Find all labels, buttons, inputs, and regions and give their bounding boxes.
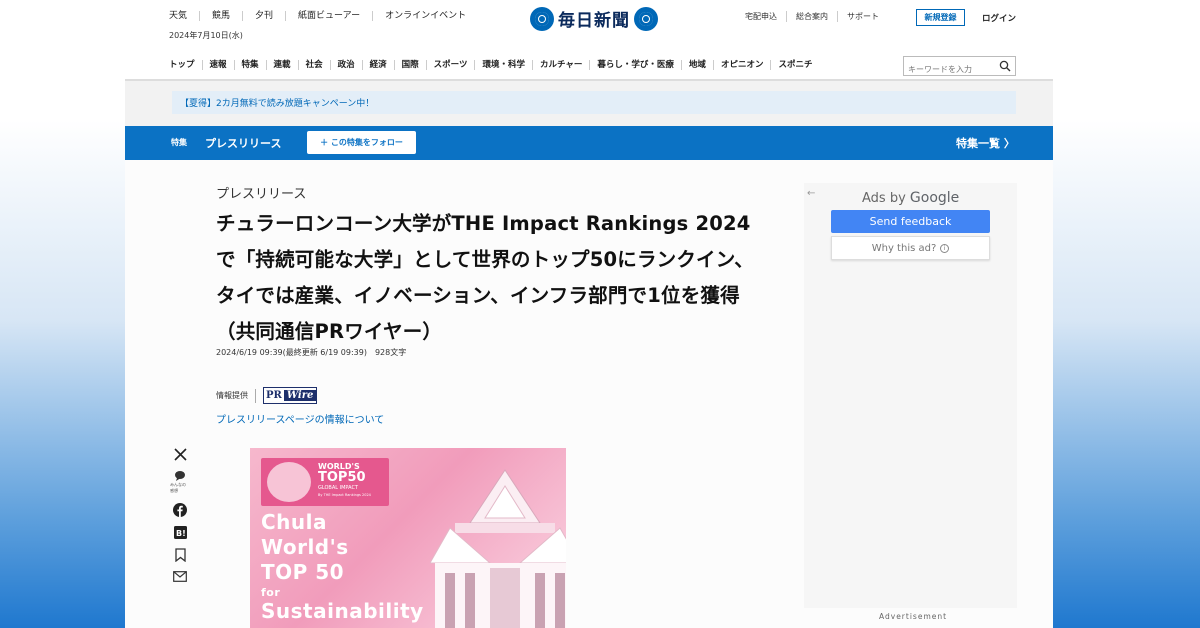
facebook-icon <box>173 503 187 517</box>
nav-item-international[interactable]: 国際 <box>393 60 426 70</box>
comment-label: みんなの 感想 <box>170 482 186 493</box>
login-link[interactable]: ログイン <box>982 12 1016 24</box>
feature-title[interactable]: プレスリリース <box>205 135 281 151</box>
comment-icon <box>175 471 185 481</box>
hero-text-line: for <box>261 586 281 599</box>
send-feedback-button[interactable]: Send feedback <box>831 210 990 233</box>
share-hatena-button[interactable]: B! <box>170 526 190 539</box>
why-this-ad-label: Why this ad? <box>871 242 937 254</box>
nav-item-life[interactable]: 暮らし・学び・医療 <box>589 60 681 70</box>
nav-item-sports[interactable]: スポーツ <box>425 60 475 70</box>
feature-tag: 特集 <box>171 138 187 147</box>
nav-item-science[interactable]: 環境・科学 <box>474 60 532 70</box>
press-release-info-link[interactable]: プレスリリースページの情報について <box>216 411 384 426</box>
back-arrow-icon[interactable]: ← <box>807 188 815 199</box>
save-bookmark-button[interactable] <box>170 548 190 562</box>
article-hero-image[interactable]: WORLD'S TOP50 GLOBAL IMPACT By THE Impac… <box>250 448 566 628</box>
hatena-icon: B! <box>173 526 187 539</box>
x-icon <box>173 448 187 461</box>
nav-item-society[interactable]: 社会 <box>297 60 330 70</box>
hero-text-line: Chula <box>261 510 328 534</box>
util-link-support[interactable]: サポート <box>837 11 888 22</box>
share-comment-button[interactable]: みんなの 感想 <box>170 470 190 494</box>
mail-icon <box>173 571 187 582</box>
top-link-evening[interactable]: 夕刊 <box>242 11 285 21</box>
share-bar: みんなの 感想 B! <box>170 448 190 591</box>
provider-divider <box>255 388 256 403</box>
provider-label: 情報提供 <box>216 391 248 400</box>
top-link-events[interactable]: オンラインイベント <box>372 11 478 21</box>
nav-item-economy[interactable]: 経済 <box>361 60 394 70</box>
feature-list-link[interactable]: 特集一覧 〉 <box>956 135 1015 151</box>
hero-text-line: World's <box>261 535 349 559</box>
prwire-logo-wire: Wire <box>283 390 317 401</box>
badge-line-4: By THE Impact Rankings 2024 <box>318 493 371 497</box>
promo-banner[interactable]: 【夏得】2カ月無料で読み放題キャンペーン中！ <box>172 91 1016 114</box>
svg-text:B!: B! <box>176 529 186 538</box>
bookmark-icon <box>174 548 186 562</box>
register-button[interactable]: 新規登録 <box>916 9 965 26</box>
advertisement-label: Advertisement <box>879 612 948 621</box>
follow-feature-button[interactable]: ＋ この特集をフォロー <box>307 131 416 154</box>
hero-text-line: TOP 50 <box>261 560 345 584</box>
article-headline: チュラーロンコーン大学がTHE Impact Rankings 2024で「持続… <box>216 212 754 343</box>
search-input[interactable] <box>904 60 994 79</box>
top-link-weather[interactable]: 天気 <box>169 11 199 21</box>
page: 天気 競馬 夕刊 紙面ビューアー オンラインイベント 2024年7月10日(水)… <box>125 0 1053 628</box>
top-link-keiba[interactable]: 競馬 <box>199 11 242 21</box>
ads-by-label: Ads by <box>862 191 906 206</box>
top50-badge: WORLD'S TOP50 GLOBAL IMPACT By THE Impac… <box>261 458 389 506</box>
prwire-logo[interactable]: PR Wire <box>263 387 318 404</box>
crest-emblem-icon <box>267 462 311 502</box>
google-label: Google <box>909 190 960 206</box>
nav-item-top[interactable]: トップ <box>169 60 202 70</box>
nav-item-culture[interactable]: カルチャー <box>531 60 589 70</box>
why-this-ad-button[interactable]: Why this ad? i <box>831 236 990 260</box>
top-link-viewer[interactable]: 紙面ビューアー <box>285 11 372 21</box>
site-logo[interactable]: 毎日新聞 <box>530 6 658 31</box>
prwire-logo-pr: PR <box>264 390 284 401</box>
category-nav: トップ 速報 特集 連載 社会 政治 経済 国際 スポーツ 環境・科学 カルチャ… <box>169 60 819 70</box>
search-icon[interactable] <box>999 60 1011 72</box>
nav-item-regional[interactable]: 地域 <box>680 60 713 70</box>
nav-item-sponichi[interactable]: スポニチ <box>770 60 819 70</box>
nav-item-opinion[interactable]: オピニオン <box>712 60 771 70</box>
logo-mark-icon <box>530 6 554 31</box>
search-box <box>903 56 1016 79</box>
nav-item-series[interactable]: 連載 <box>265 60 298 70</box>
current-date: 2024年7月10日(水) <box>169 31 243 40</box>
util-link-delivery[interactable]: 宅配申込 <box>745 11 786 22</box>
ads-by-google: Ads by Google <box>862 190 959 206</box>
badge-line-2: TOP50 <box>318 470 366 485</box>
share-mail-button[interactable] <box>170 571 190 582</box>
top-links: 天気 競馬 夕刊 紙面ビューアー オンラインイベント <box>169 11 478 21</box>
nav-item-politics[interactable]: 政治 <box>329 60 362 70</box>
feature-bar: 特集 プレスリリース ＋ この特集をフォロー 特集一覧 〉 <box>125 126 1053 160</box>
article-kicker[interactable]: プレスリリース <box>216 183 306 202</box>
nav-item-features[interactable]: 特集 <box>233 60 266 70</box>
nav-item-breaking[interactable]: 速報 <box>201 60 234 70</box>
hero-text-line: Sustainability <box>261 599 424 623</box>
logo-mark-icon <box>634 6 658 31</box>
share-facebook-button[interactable] <box>170 503 190 517</box>
logo-text: 毎日新聞 <box>558 11 630 31</box>
utility-links: 宅配申込 総合案内 サポート <box>745 11 888 22</box>
article-meta: 2024/6/19 09:39(最終更新 6/19 09:39) 928文字 <box>216 348 407 357</box>
provider-info: 情報提供 PR Wire <box>216 387 318 404</box>
share-x-button[interactable] <box>170 448 190 461</box>
badge-line-3: GLOBAL IMPACT <box>318 485 359 491</box>
info-icon: i <box>940 243 950 253</box>
university-building-illustration <box>430 469 566 628</box>
util-link-guide[interactable]: 総合案内 <box>786 11 837 22</box>
